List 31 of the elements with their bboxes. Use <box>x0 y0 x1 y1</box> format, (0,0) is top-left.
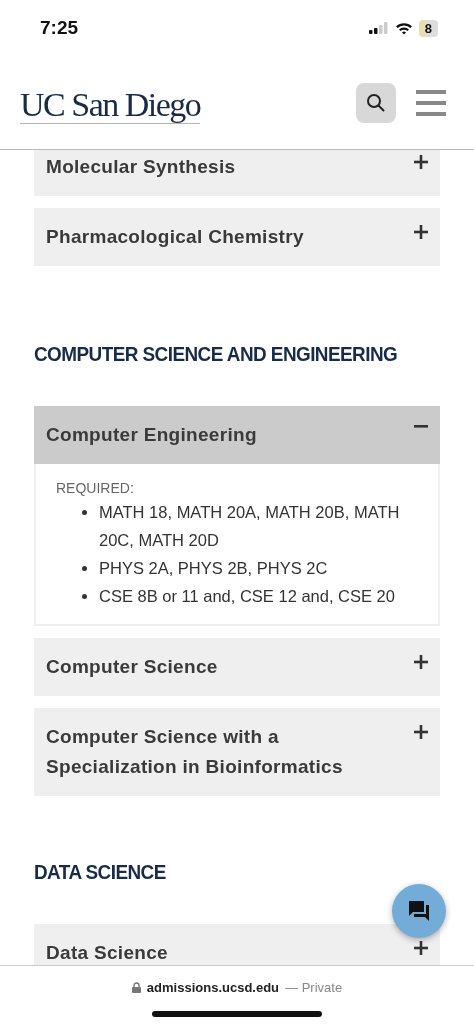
course-list-item: CSE 8B or 11 and, CSE 12 and, CSE 20 <box>99 586 395 607</box>
wifi-icon <box>394 21 413 35</box>
search-button[interactable] <box>356 82 396 123</box>
search-icon <box>366 92 386 113</box>
battery-level: 8 <box>418 19 438 37</box>
minus-icon <box>414 425 428 428</box>
section-heading: DATA SCIENCE <box>34 860 167 884</box>
course-list-item: MATH 18, MATH 20A, MATH 20B, MATH 20C, MATH 20D <box>99 502 401 551</box>
accordion-header[interactable]: Molecular Synthesis <box>34 150 440 196</box>
accordion-header[interactable]: Computer Engineering <box>34 406 440 464</box>
url-text[interactable]: admissions.ucsd.edu <box>146 980 280 995</box>
plus-icon <box>414 655 428 669</box>
private-label: — Private <box>285 980 343 995</box>
accordion-header[interactable]: Computer Science with a Specialization in Bioinformatics <box>34 708 440 796</box>
menu-icon[interactable] <box>416 89 446 116</box>
status-time: 7:25 <box>40 17 79 39</box>
accordion-header[interactable]: Data Science <box>34 924 440 965</box>
plus-icon <box>414 155 428 169</box>
plus-icon <box>414 225 428 239</box>
plus-icon <box>414 941 428 955</box>
plus-icon <box>414 725 428 739</box>
required-label: REQUIRED: <box>56 480 135 496</box>
lock-icon <box>131 982 141 993</box>
accordion-header[interactable]: Computer Science <box>34 638 440 696</box>
section-heading: COMPUTER SCIENCE AND ENGINEERING <box>34 342 399 366</box>
chat-button[interactable] <box>392 884 446 938</box>
accordion-header[interactable]: Pharmacological Chemistry <box>34 208 440 266</box>
chat-icon <box>407 899 431 923</box>
signal-icon <box>368 22 389 34</box>
course-list-item: PHYS 2A, PHYS 2B, PHYS 2C <box>99 558 328 579</box>
logo[interactable]: UC San Diego <box>20 87 201 124</box>
